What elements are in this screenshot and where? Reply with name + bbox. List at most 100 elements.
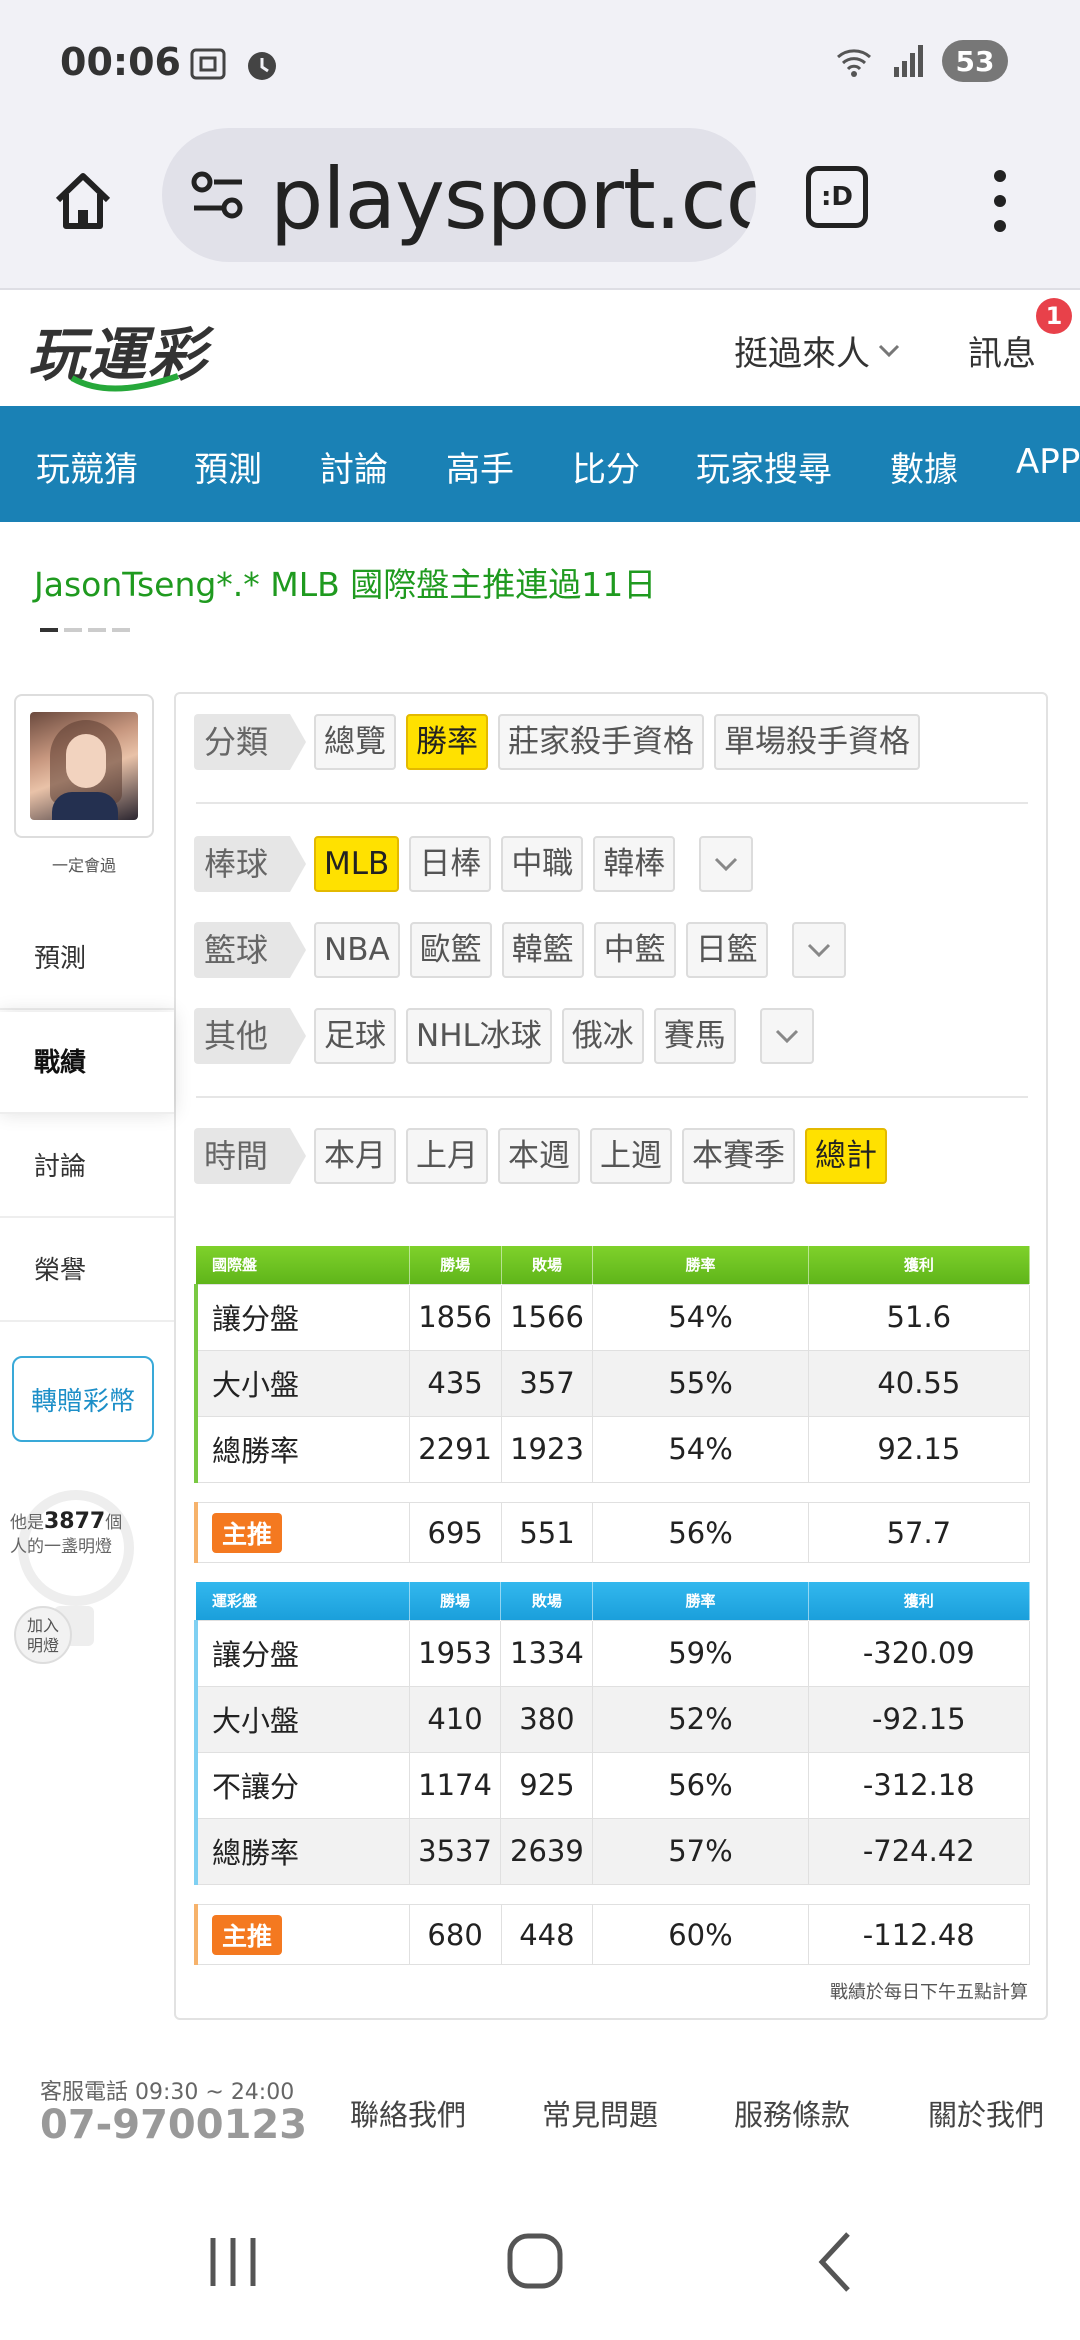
table-cell: 52% [592,1685,809,1753]
chip-japan-basketball[interactable]: 日籃 [685,922,768,978]
table-cell: 448 [500,1904,594,1965]
address-bar[interactable]: playsport.cc [162,128,756,262]
table-cell: 57.7 [807,1502,1031,1563]
filter-baseball: 棒球 MLB 日棒 中職 韓棒 [194,836,754,892]
row-label: 主推 [193,1904,410,1965]
join-lamp-button[interactable]: 加入 明燈 [14,1606,72,1664]
screenshot-icon [190,48,226,80]
row-label: 主推 [193,1502,410,1563]
table-header-cell: 勝場 [409,1246,502,1284]
table-cell: 1856 [408,1283,502,1351]
site-settings-icon[interactable] [190,170,246,222]
chevron-down-icon [878,344,900,357]
nav-item-predict[interactable]: 預測 [194,442,262,491]
basketball-more-dropdown[interactable] [791,922,846,978]
chip-kbo[interactable]: 韓棒 [593,836,676,892]
chip-horse-racing[interactable]: 賽馬 [653,1008,736,1064]
table-cell: 57% [592,1817,809,1885]
chip-this-month[interactable]: 本月 [314,1128,397,1184]
table-cell: 410 [408,1685,502,1753]
table-cell: 1334 [500,1619,594,1687]
status-left-icons [188,44,282,84]
tab-switcher-button[interactable]: :D [806,166,868,228]
chip-this-season[interactable]: 本賽季 [682,1128,796,1184]
chip-nhl[interactable]: NHL冰球 [406,1008,552,1064]
sidebar-item-discuss[interactable]: 討論 [0,1116,174,1218]
table-row: 大小盤 410 380 52% -92.15 [193,1685,1031,1753]
home-nav-icon[interactable] [490,2222,580,2302]
table-cell: 380 [500,1685,594,1753]
back-icon[interactable] [792,2222,882,2302]
chip-nba[interactable]: NBA [314,922,400,978]
browser-toolbar: playsport.cc :D [0,128,1080,290]
chip-china-basketball[interactable]: 中籃 [593,922,676,978]
chip-soccer[interactable]: 足球 [314,1008,397,1064]
nav-item-data[interactable]: 數據 [890,442,958,491]
table-row: 讓分盤 1856 1566 54% 51.6 [193,1283,1031,1351]
ticker-text[interactable]: JasonTseng*.* MLB 國際盤主推連過11日 [34,558,656,606]
site-footer: 客服電話 09:30 ~ 24:00 07-9700123 聯絡我們 常見問題 … [0,2040,1080,2220]
chip-single-killer[interactable]: 單場殺手資格 [714,714,921,770]
table-cell: 59% [592,1619,809,1687]
chip-this-week[interactable]: 本週 [498,1128,581,1184]
table-cell: 56% [592,1751,809,1819]
nav-item-player-search[interactable]: 玩家搜尋 [696,442,832,491]
nav-item-guess[interactable]: 玩競猜 [36,442,138,491]
user-menu[interactable]: 挺過來人 [734,326,900,375]
chip-overview[interactable]: 總覽 [314,714,397,770]
chip-korea-basketball[interactable]: 韓籃 [501,922,584,978]
chip-mlb[interactable]: MLB [314,836,400,892]
avatar-frame[interactable] [14,694,154,838]
footer-link-faq[interactable]: 常見問題 [542,2092,658,2134]
table-cell: 51.6 [807,1283,1031,1351]
nav-item-app[interactable]: APP [1016,442,1080,482]
sidebar-item-record[interactable]: 戰績 [0,1012,174,1114]
nav-item-experts[interactable]: 高手 [446,442,514,491]
footer-link-terms[interactable]: 服務條款 [734,2092,850,2134]
table-cell: 1566 [500,1283,594,1351]
table-row: 總勝率 2291 1923 54% 92.15 [193,1415,1031,1483]
nav-item-scores[interactable]: 比分 [572,442,640,491]
table-header-cell: 運彩盤 [196,1582,410,1620]
transfer-coins-button[interactable]: 轉贈彩幣 [12,1356,154,1442]
calculation-note: 戰績於每日下午五點計算 [830,1982,1028,2003]
footer-link-contact[interactable]: 聯絡我們 [350,2092,466,2134]
member-name: 一定會過 [51,856,116,875]
table-cell: 60% [592,1904,809,1965]
chip-last-week[interactable]: 上週 [590,1128,673,1184]
messages-badge: 1 [1036,298,1072,334]
chip-total[interactable]: 總計 [805,1128,888,1184]
ticker-pagination [40,628,130,632]
table-row: 大小盤 435 357 55% 40.55 [193,1349,1031,1417]
ticker-dot [112,628,130,632]
sidebar-item-predict[interactable]: 預測 [0,908,174,1010]
sidebar-item-honor[interactable]: 榮譽 [0,1220,174,1322]
table-header-cell: 勝率 [592,1246,809,1284]
other-more-dropdown[interactable] [759,1008,814,1064]
signal-icon [894,45,923,77]
footer-link-about[interactable]: 關於我們 [928,2092,1044,2134]
chip-npb[interactable]: 日棒 [409,836,492,892]
chip-win-rate[interactable]: 勝率 [406,714,489,770]
lamp-count: 3877 [44,1509,106,1534]
recents-icon[interactable] [188,2222,278,2302]
table-cell: -112.48 [807,1904,1031,1965]
chip-cpbl[interactable]: 中職 [501,836,584,892]
intl-pick-table: 主推 695 551 56% 57.7 [193,1502,1031,1563]
nav-item-discuss[interactable]: 討論 [320,442,388,491]
hotline-number[interactable]: 07-9700123 [40,2102,307,2148]
messages-link[interactable]: 訊息 [968,326,1036,375]
chip-euro-basketball[interactable]: 歐籃 [409,922,492,978]
table-header-cell: 獲利 [808,1246,1031,1284]
home-icon[interactable] [48,166,118,236]
table-cell: 2291 [408,1415,502,1483]
table-row: 主推 680 448 60% -112.48 [193,1904,1031,1965]
table-cell: 680 [408,1904,502,1965]
chip-last-month[interactable]: 上月 [406,1128,489,1184]
baseball-more-dropdown[interactable] [699,836,754,892]
chip-banker-killer[interactable]: 莊家殺手資格 [498,714,705,770]
more-options-icon[interactable] [980,166,1020,236]
table-header-cell: 敗場 [501,1246,594,1284]
chip-khl[interactable]: 俄冰 [561,1008,644,1064]
table-cell: 54% [592,1415,809,1483]
